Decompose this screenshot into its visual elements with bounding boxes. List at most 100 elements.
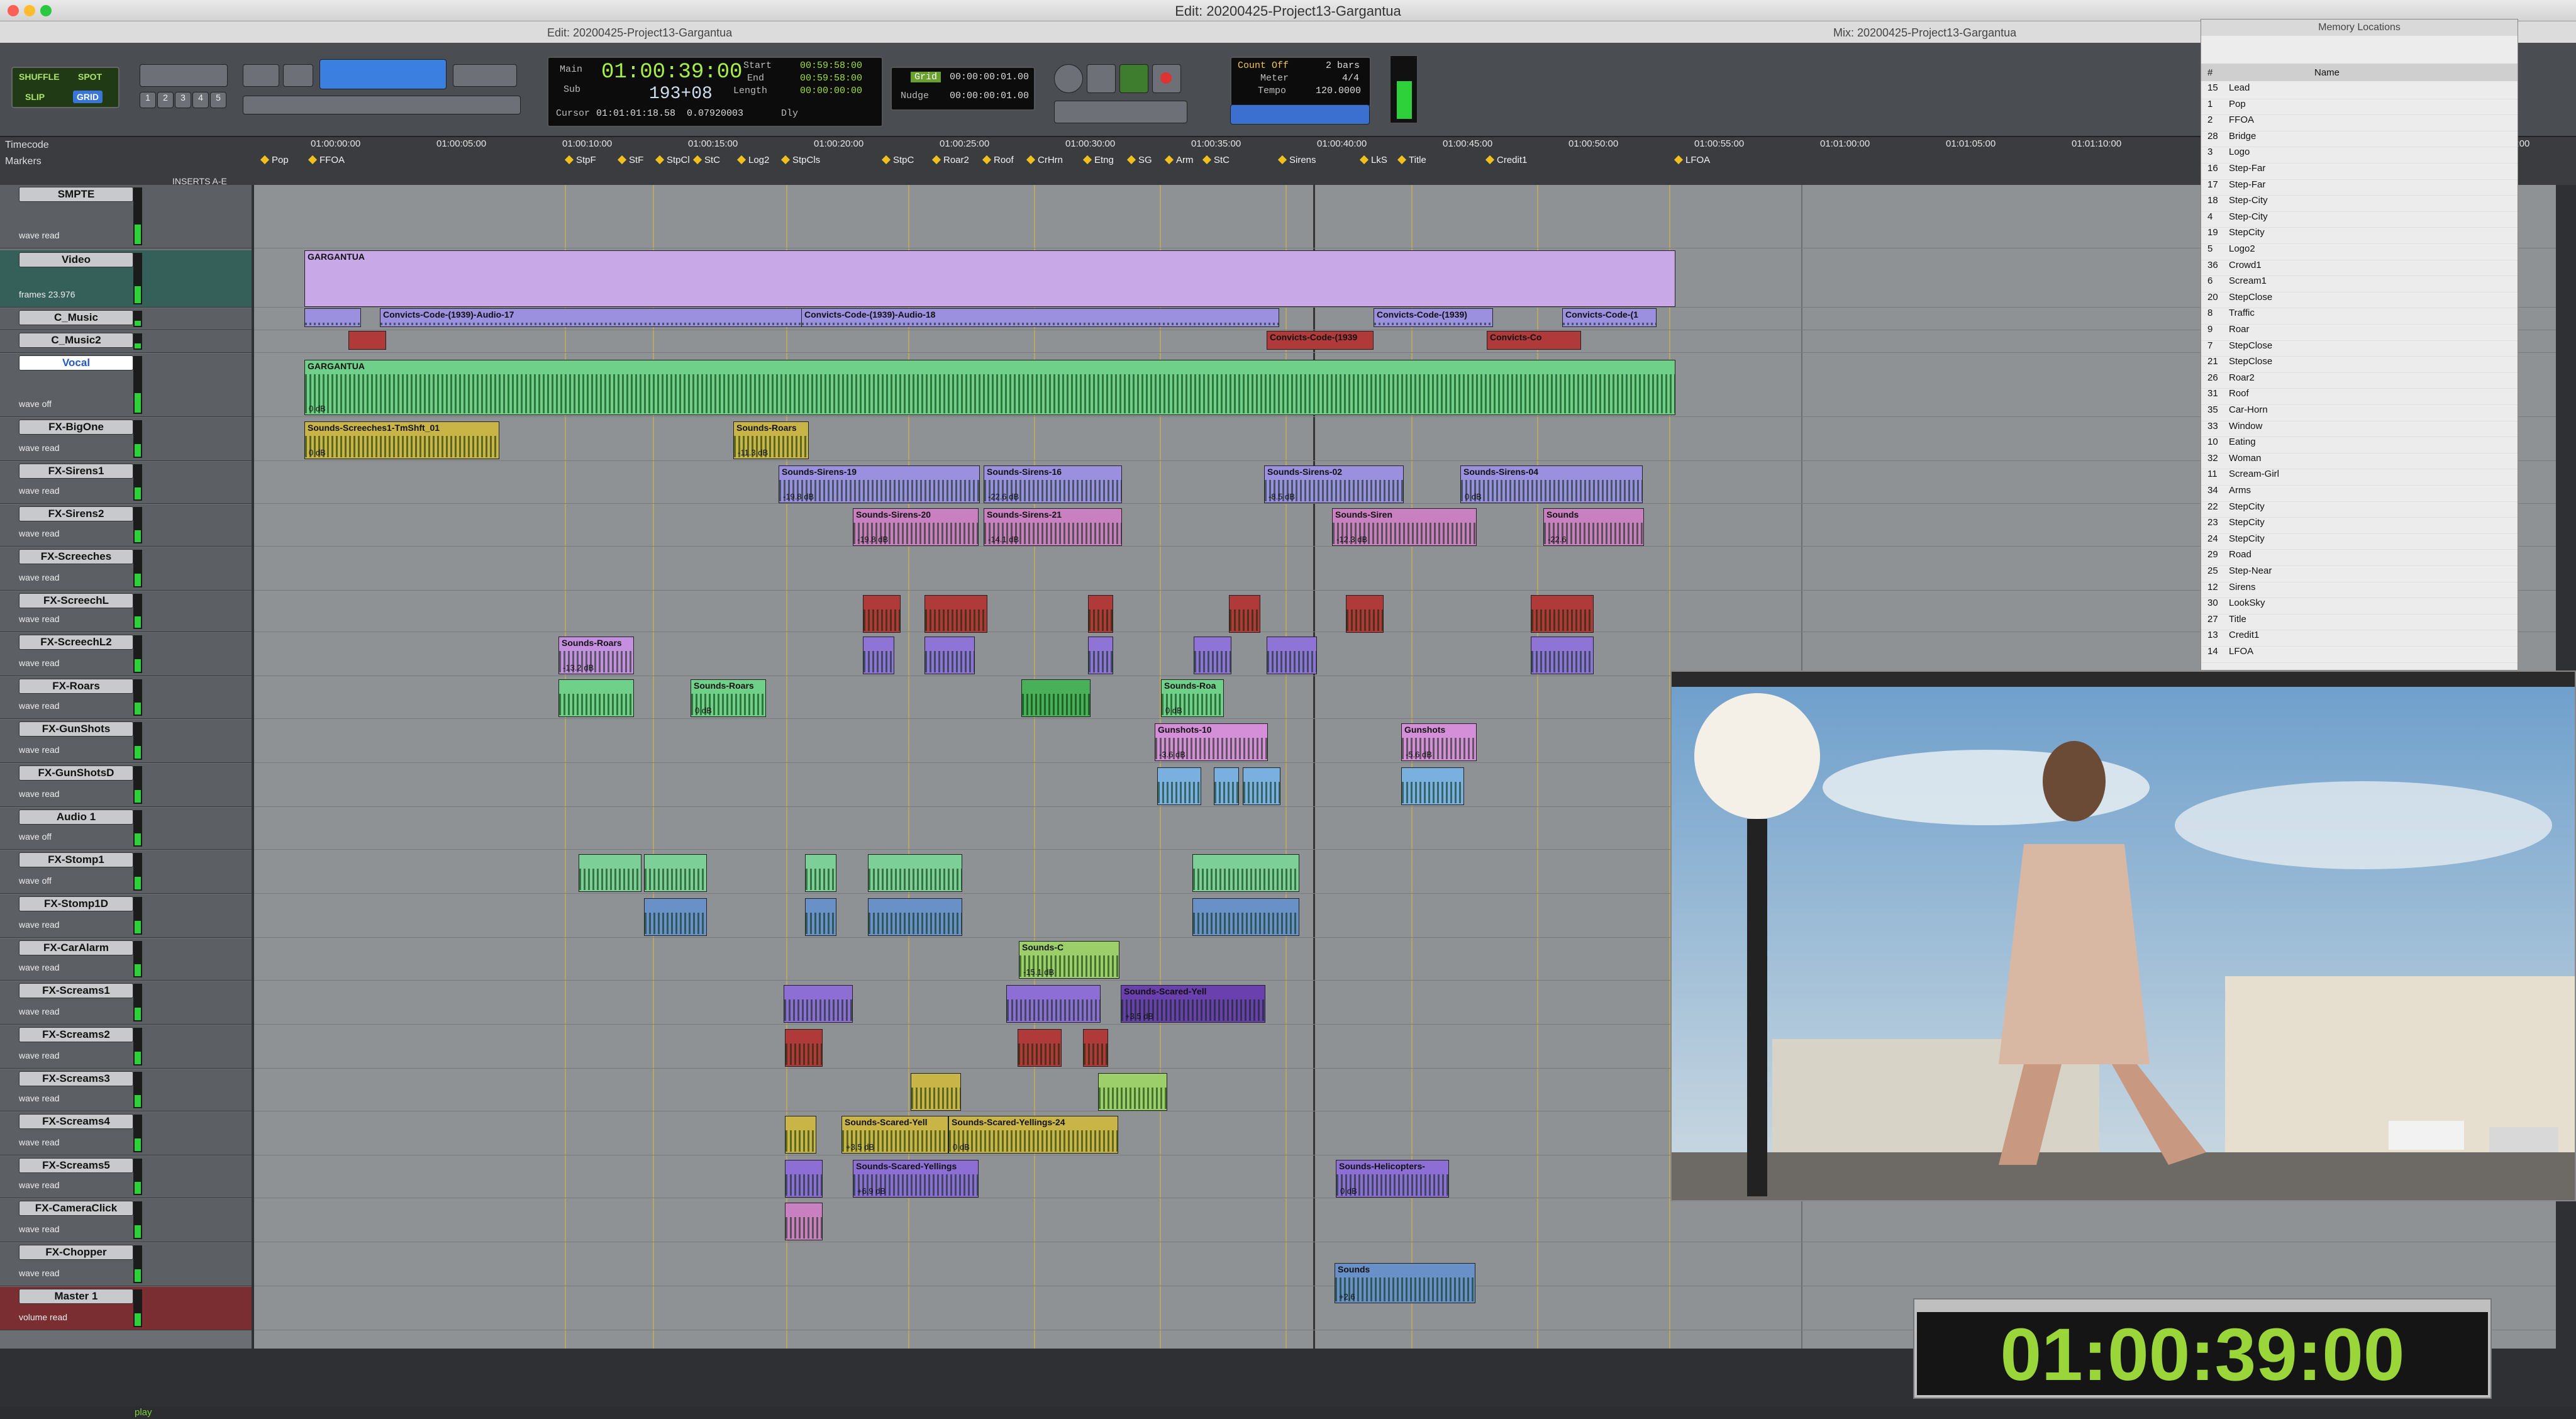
memory-location-row[interactable]: 16 Step-Far	[2201, 163, 2518, 180]
audio-clip[interactable]	[805, 854, 836, 892]
track-view-selector[interactable]: wave read	[19, 658, 60, 668]
audio-clip[interactable]: Sounds-Roars -13.2 dB	[558, 637, 634, 674]
memory-location-row[interactable]: 25 Step-Near	[2201, 565, 2518, 582]
zoom-preset-1[interactable]: 1	[140, 92, 156, 108]
audio-clip[interactable]: Convicts-Code-(1939	[1267, 331, 1374, 350]
memory-location-row[interactable]: 17 Step-Far	[2201, 179, 2518, 196]
memory-location-row[interactable]: 36 Crowd1	[2201, 260, 2518, 277]
memory-location-row[interactable]: 35 Car-Horn	[2201, 404, 2518, 421]
memory-location-row[interactable]: 33 Window	[2201, 421, 2518, 438]
memory-location-row[interactable]: 14 LFOA	[2201, 646, 2518, 663]
audio-clip[interactable]: Convicts-Co	[1487, 331, 1581, 350]
track-view-selector[interactable]: wave read	[19, 1180, 60, 1190]
track-view-selector[interactable]: wave read	[19, 1050, 60, 1060]
audio-clip[interactable]: Sounds-Roars 0 dB	[691, 679, 766, 717]
memory-location-row[interactable]: 11 Scream-Girl	[2201, 469, 2518, 486]
count-off-label[interactable]: Count Off	[1238, 60, 1289, 71]
audio-clip[interactable]	[1192, 898, 1299, 936]
track-view-selector[interactable]: wave read	[19, 614, 60, 624]
zoom-preset-2[interactable]: 2	[157, 92, 174, 108]
track-view-selector[interactable]: wave off	[19, 399, 52, 409]
marker[interactable]: LFOA	[1675, 155, 1710, 165]
track-view-selector[interactable]: wave read	[19, 486, 60, 496]
marker[interactable]: StpC	[883, 155, 914, 165]
track-name[interactable]: FX-Screams5	[19, 1158, 133, 1173]
track-name[interactable]: FX-Screeches	[19, 549, 133, 564]
marker[interactable]: FFOA	[309, 155, 345, 165]
marker[interactable]: StC	[694, 155, 720, 165]
track-view-selector[interactable]: wave read	[19, 789, 60, 799]
track-name[interactable]: Vocal	[19, 355, 133, 370]
track-name[interactable]: FX-Screams4	[19, 1114, 133, 1129]
track-view-selector[interactable]: wave read	[19, 1137, 60, 1147]
audio-clip[interactable]: Sounds-Sirens-16 -22.6 dB	[984, 465, 1122, 503]
marker[interactable]: LkS	[1361, 155, 1387, 165]
audio-clip[interactable]: Sounds-C -15.1 dB	[1019, 941, 1119, 979]
memory-location-row[interactable]: 23 StepCity	[2201, 517, 2518, 534]
track-view-selector[interactable]: wave read	[19, 572, 60, 582]
memory-location-row[interactable]: 26 Roar2	[2201, 372, 2518, 389]
audio-clip[interactable]	[805, 898, 836, 936]
timecode-ruler-label[interactable]: Timecode	[5, 140, 49, 151]
track-name[interactable]: FX-Stomp1	[19, 852, 133, 867]
memory-location-row[interactable]: 29 Road	[2201, 549, 2518, 566]
marker[interactable]: Roar2	[933, 155, 969, 165]
marker[interactable]: StpF	[566, 155, 596, 165]
audio-clip[interactable]	[1083, 1029, 1108, 1067]
track-view-selector[interactable]: wave off	[19, 876, 52, 886]
track-view-selector[interactable]: wave off	[19, 832, 52, 842]
magnifier-icon[interactable]	[283, 64, 313, 87]
audio-clip[interactable]: Gunshots-10 -3.6 dB	[1155, 723, 1268, 761]
audio-clip[interactable]: Sounds-Screeches1-TmShft_01 0 dB	[304, 421, 499, 459]
track-name[interactable]: FX-BigOne	[19, 420, 133, 435]
audio-clip[interactable]	[863, 595, 901, 633]
main-counter-value[interactable]: 01:00:39:00	[601, 60, 742, 84]
memory-location-row[interactable]: 19 StepCity	[2201, 227, 2518, 244]
track-name[interactable]: FX-Screams1	[19, 983, 133, 998]
memory-location-row[interactable]: 10 Eating	[2201, 437, 2518, 454]
marker[interactable]: Pop	[262, 155, 289, 165]
track-view-selector[interactable]: frames 23.976	[19, 289, 75, 299]
audio-clip[interactable]	[1088, 595, 1113, 633]
marker[interactable]: StpCl	[657, 155, 690, 165]
track-view-selector[interactable]: wave read	[19, 528, 60, 538]
memory-location-row[interactable]: 9 Roar	[2201, 324, 2518, 341]
audio-clip[interactable]	[1531, 637, 1594, 674]
track-name[interactable]: Audio 1	[19, 810, 133, 825]
track-name[interactable]: FX-Sirens1	[19, 464, 133, 479]
mode-grid[interactable]: GRID	[73, 91, 103, 103]
memory-location-row[interactable]: 1 Pop	[2201, 99, 2518, 116]
end-value[interactable]: 00:59:58:00	[800, 73, 862, 84]
audio-clip[interactable]	[1531, 595, 1594, 633]
edit-tools[interactable]	[319, 59, 447, 89]
audio-clip[interactable]	[924, 595, 987, 633]
midi-controls[interactable]	[1230, 104, 1370, 125]
memory-location-row[interactable]: 22 StepCity	[2201, 501, 2518, 518]
track-name[interactable]: FX-CameraClick	[19, 1201, 133, 1216]
track-lane[interactable]	[254, 1199, 2556, 1242]
track-view-selector[interactable]: wave read	[19, 1224, 60, 1234]
zoom-preset-3[interactable]: 3	[175, 92, 191, 108]
audio-clip[interactable]	[1194, 637, 1231, 674]
audio-clip[interactable]	[644, 898, 707, 936]
track-name[interactable]: Video	[19, 252, 133, 267]
audio-clip[interactable]: Sounds-Scared-Yell +3.5 dB	[841, 1116, 948, 1154]
audio-clip[interactable]	[1229, 595, 1260, 633]
audio-clip[interactable]	[785, 1029, 823, 1067]
audio-clip[interactable]	[1098, 1073, 1167, 1111]
audio-clip[interactable]	[784, 985, 853, 1023]
audio-clip[interactable]	[1192, 854, 1299, 892]
track-view-selector[interactable]: wave read	[19, 962, 60, 972]
marker[interactable]: CrHrn	[1028, 155, 1063, 165]
memory-location-row[interactable]: 27 Title	[2201, 614, 2518, 631]
audio-clip[interactable]: Convicts-Code-(1939)	[1374, 308, 1493, 327]
memory-location-row[interactable]: 13 Credit1	[2201, 630, 2518, 647]
audio-clip[interactable]: Sounds-Roars -11.3 dB	[733, 421, 809, 459]
delay-label[interactable]: Dly	[781, 108, 798, 119]
marker[interactable]: Arm	[1166, 155, 1194, 165]
memory-location-row[interactable]: 12 Sirens	[2201, 582, 2518, 599]
marker[interactable]: Roof	[984, 155, 1014, 165]
rewind-forward-buttons[interactable]	[1054, 101, 1187, 123]
audio-clip[interactable]	[1018, 1029, 1062, 1067]
grid-label[interactable]: Grid	[911, 72, 941, 82]
